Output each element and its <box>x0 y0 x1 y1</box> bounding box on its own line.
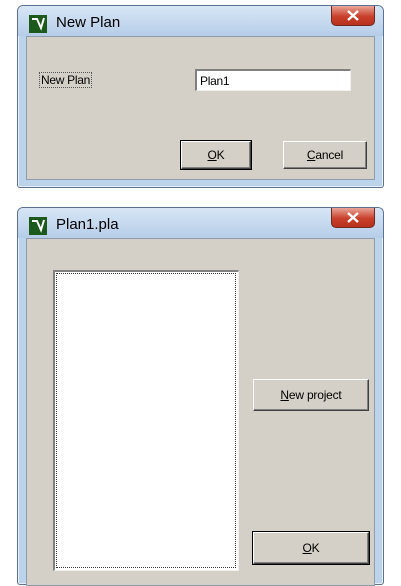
new-project-accelerator: N <box>280 388 289 402</box>
ok-label-rest: K <box>311 541 320 555</box>
cancel-button[interactable]: Cancel <box>283 141 367 169</box>
plan-name-input[interactable] <box>195 69 351 91</box>
dialog-body: New project OK <box>26 238 375 586</box>
app-icon <box>29 15 47 33</box>
close-button[interactable] <box>331 6 375 26</box>
new-plan-label: New Plan <box>39 72 92 88</box>
ok-accelerator: O <box>302 541 312 555</box>
window-title: Plan1.pla <box>56 216 119 233</box>
ok-accelerator: O <box>207 148 217 162</box>
new-project-button[interactable]: New project <box>253 379 369 411</box>
project-list[interactable] <box>53 270 239 571</box>
dialog-body: New Plan OK Cancel <box>26 36 375 180</box>
app-icon <box>29 217 47 235</box>
title-bar[interactable]: Plan1.pla <box>18 208 383 238</box>
new-project-label-rest: ew project <box>288 388 342 402</box>
close-icon <box>347 212 359 223</box>
ok-button[interactable]: OK <box>180 140 252 170</box>
close-button[interactable] <box>331 208 375 228</box>
close-icon <box>347 10 359 21</box>
ok-label-rest: K <box>216 148 225 162</box>
window-title: New Plan <box>56 14 121 31</box>
ok-button[interactable]: OK <box>252 531 370 565</box>
plan-file-dialog: Plan1.pla New project OK <box>17 207 384 586</box>
cancel-label-rest: ancel <box>315 148 344 162</box>
new-plan-dialog: New Plan New Plan OK Cancel <box>17 5 384 188</box>
title-bar[interactable]: New Plan <box>18 6 383 36</box>
